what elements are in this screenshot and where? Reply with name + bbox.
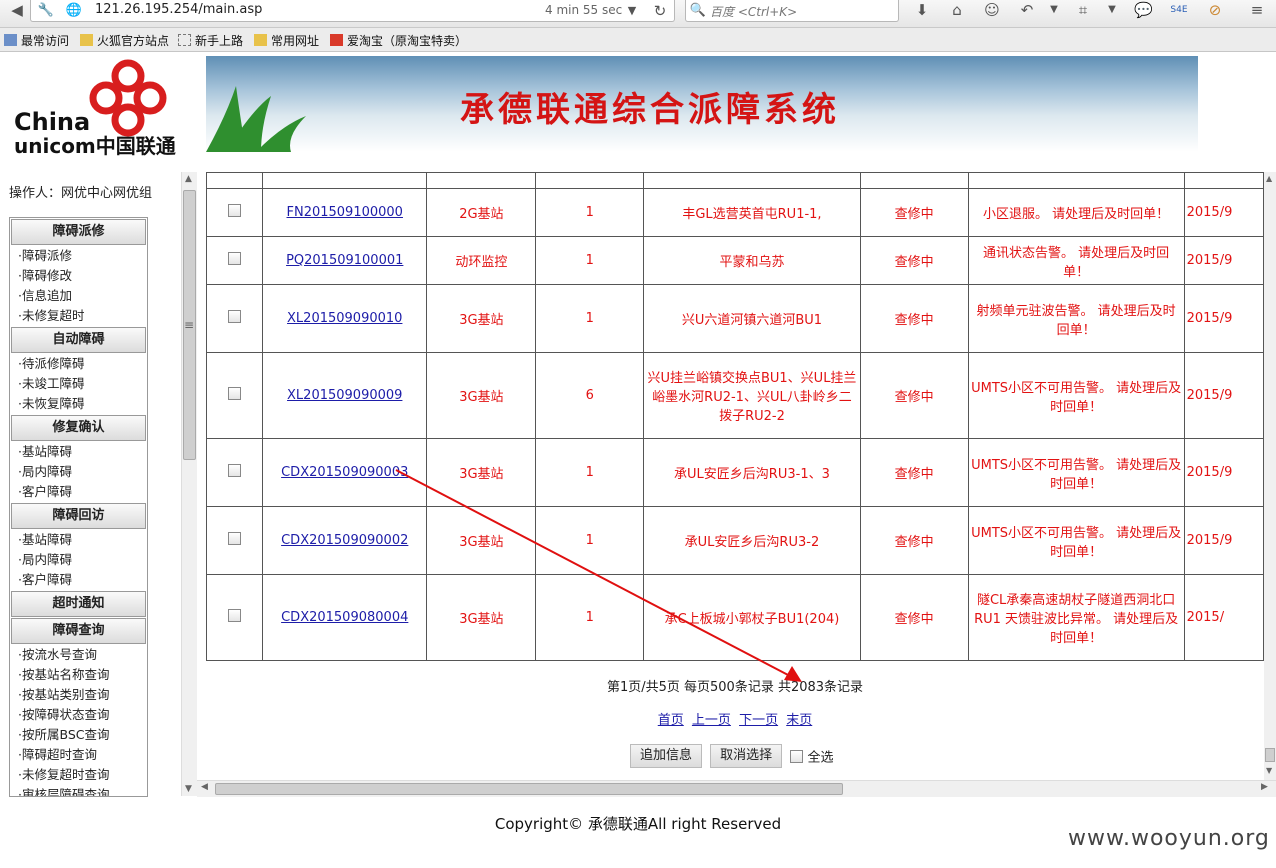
sidebar-item[interactable]: ·客户障碍 bbox=[10, 570, 147, 590]
folder-icon bbox=[80, 34, 93, 46]
header-banner: 承德联通综合派障系统 bbox=[206, 56, 1198, 152]
main-vertical-scrollbar[interactable]: ▲ ▼ bbox=[1264, 172, 1276, 780]
scroll-down-icon[interactable]: ▼ bbox=[185, 784, 192, 794]
taobao-icon bbox=[330, 34, 343, 46]
load-time: 4 min 55 sec bbox=[545, 3, 623, 17]
scroll-left-icon[interactable]: ◀ bbox=[201, 782, 208, 792]
sidebar-item[interactable]: ·按基站类别查询 bbox=[10, 685, 147, 705]
fault-list-area: FN201509100000 2G基站 1 丰GL选营英首屯RU1-1, 查修中 小区退服… bbox=[206, 172, 1264, 780]
search-box[interactable]: 🔍 百度 <Ctrl+K> bbox=[685, 0, 899, 22]
sidebar-section-header[interactable]: 自动障碍 bbox=[11, 327, 146, 353]
sidebar-scrollbar[interactable]: ▲ ▼ bbox=[181, 172, 197, 796]
china-unicom-logo: China unicom中国联通 bbox=[10, 56, 190, 158]
folder-icon bbox=[254, 34, 267, 46]
sidebar-item[interactable]: ·按基站名称查询 bbox=[10, 665, 147, 685]
search-placeholder[interactable]: 百度 <Ctrl+K> bbox=[710, 3, 797, 20]
page-icon bbox=[178, 34, 191, 46]
undo-menu-icon[interactable]: ▼ bbox=[1045, 1, 1063, 19]
operator-label: 操作人：网优中心网优组 bbox=[9, 186, 153, 201]
sidebar-item[interactable]: ·障碍修改 bbox=[10, 266, 147, 286]
globe-icon: 🌐 bbox=[65, 3, 83, 18]
addon-icon[interactable]: ⊘ bbox=[1206, 1, 1224, 19]
sidebar-item[interactable]: ·客户障碍 bbox=[10, 482, 147, 502]
crop-icon[interactable]: ⌗ bbox=[1074, 1, 1092, 19]
scroll-right-icon[interactable]: ▶ bbox=[1261, 782, 1268, 792]
sidebar-item[interactable]: ·障碍派修 bbox=[10, 246, 147, 266]
main-scroll-thumb[interactable] bbox=[1265, 748, 1275, 762]
sidebar-item[interactable]: ·待派修障碍 bbox=[10, 354, 147, 374]
home-icon[interactable]: ⌂ bbox=[948, 1, 966, 19]
sidebar-item[interactable]: ·局内障碍 bbox=[10, 550, 147, 570]
menu-icon[interactable]: ≡ bbox=[1248, 1, 1266, 19]
sidebar-item[interactable]: ·基站障碍 bbox=[10, 442, 147, 462]
sidebar-item[interactable]: ·按障碍状态查询 bbox=[10, 705, 147, 725]
scroll-up-icon[interactable]: ▲ bbox=[185, 174, 192, 184]
s4e-icon[interactable]: S4E bbox=[1170, 1, 1188, 19]
sidebar-section-header[interactable]: 障碍派修 bbox=[11, 219, 146, 245]
reload-icon[interactable]: ↻ bbox=[651, 2, 669, 20]
bookmark-item[interactable]: 爱淘宝（原淘宝特卖） bbox=[330, 32, 467, 49]
sidebar-item[interactable]: ·按所属BSC查询 bbox=[10, 725, 147, 745]
bookmark-item[interactable]: 常用网址 bbox=[254, 32, 319, 49]
sidebar-item[interactable]: ·未修复超时 bbox=[10, 306, 147, 326]
sidebar-section-header[interactable]: 障碍查询 bbox=[11, 618, 146, 644]
sidebar-section-header[interactable]: 超时通知 bbox=[11, 591, 146, 617]
sidebar-section-header[interactable]: 障碍回访 bbox=[11, 503, 146, 529]
browser-navbar: ◀ 🔧 🌐 121.26.195.254/main.asp 4 min 55 s… bbox=[0, 0, 1276, 28]
watermark-text: www.wooyun.org bbox=[1068, 826, 1270, 851]
bookmarks-bar: 最常访问 火狐官方站点 新手上路 常用网址 爱淘宝（原淘宝特卖） bbox=[0, 28, 1276, 52]
url-text[interactable]: 121.26.195.254/main.asp bbox=[95, 2, 262, 17]
frame-resize-handle[interactable]: ≡ bbox=[184, 318, 194, 332]
sidebar-item[interactable]: ·未修复超时查询 bbox=[10, 765, 147, 785]
bookmark-item[interactable]: 火狐官方站点 bbox=[80, 32, 169, 49]
undo-icon[interactable]: ↶ bbox=[1018, 1, 1036, 19]
smiley-icon[interactable]: ☺ bbox=[983, 1, 1001, 19]
crop-menu-icon[interactable]: ▼ bbox=[1103, 1, 1121, 19]
back-icon[interactable]: ◀ bbox=[8, 1, 26, 19]
sidebar-item[interactable]: ·按流水号查询 bbox=[10, 645, 147, 665]
sidebar-item[interactable]: ·基站障碍 bbox=[10, 530, 147, 550]
site-info-icon[interactable]: 🔧 bbox=[37, 2, 55, 20]
horizontal-scroll-thumb[interactable] bbox=[215, 783, 843, 795]
sidebar-item[interactable]: ·障碍超时查询 bbox=[10, 745, 147, 765]
logo-text-unicom: unicom中国联通 bbox=[14, 134, 176, 158]
grass-decoration-icon bbox=[206, 86, 306, 152]
system-title: 承德联通综合派障系统 bbox=[460, 90, 840, 130]
sidebar-item[interactable]: ·未恢复障碍 bbox=[10, 394, 147, 414]
annotation-arrow bbox=[395, 469, 802, 682]
sidebar-item[interactable]: ·审核层障碍查询 bbox=[10, 785, 147, 796]
sidebar-section-header[interactable]: 修复确认 bbox=[11, 415, 146, 441]
scroll-down-icon[interactable]: ▼ bbox=[1266, 766, 1272, 775]
sidebar-item[interactable]: ·信息追加 bbox=[10, 286, 147, 306]
scroll-up-icon[interactable]: ▲ bbox=[1266, 174, 1272, 183]
dropdown-icon[interactable]: ▼ bbox=[623, 2, 641, 20]
chat-icon[interactable]: 💬 bbox=[1134, 1, 1153, 19]
sidebar-item[interactable]: ·局内障碍 bbox=[10, 462, 147, 482]
main-horizontal-scrollbar[interactable]: ◀ ▶ bbox=[197, 780, 1276, 797]
bookmark-item[interactable]: 新手上路 bbox=[178, 32, 243, 49]
bookmark-item[interactable]: 最常访问 bbox=[4, 32, 69, 49]
url-bar[interactable]: 🔧 🌐 121.26.195.254/main.asp 4 min 55 sec… bbox=[30, 0, 675, 22]
search-icon: 🔍 bbox=[689, 3, 707, 18]
sidebar-menu: 障碍派修 ·障碍派修 ·障碍修改 ·信息追加 ·未修复超时 自动障碍 ·待派修障碍 ·未竣工障… bbox=[9, 217, 148, 797]
bookmark-icon bbox=[4, 34, 17, 46]
download-icon[interactable]: ⬇ bbox=[913, 1, 931, 19]
sidebar-item[interactable]: ·未竣工障碍 bbox=[10, 374, 147, 394]
